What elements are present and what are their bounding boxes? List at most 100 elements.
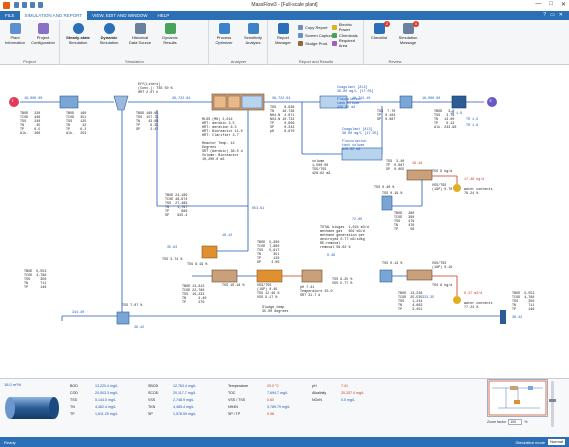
- biomass-info: MLSS (MG) 2,014 HRT: aerobic 3.5 HRT: ae…: [202, 118, 243, 162]
- sludge-storage[interactable]: [301, 269, 323, 283]
- vss-tss-3: VSS/TSS (19P) 0.19: [432, 262, 453, 270]
- project-configuration-button[interactable]: Project Configuration: [30, 23, 56, 45]
- steady-state-simulation-button[interactable]: Steady-state Simulation: [65, 23, 91, 45]
- digester-info: TOTAL biogas 1,024 m3/d methane gas 602 …: [320, 226, 369, 250]
- ribbon-group-analyzer: Process Optimizer Sensitivity Analysis A…: [210, 20, 268, 65]
- summary-col-3: Temperature 20.0 °C TOC 7,694.7 mg/L VSS /…: [228, 384, 290, 416]
- sensitivity-analysis-button[interactable]: Sensitivity Analysis: [240, 23, 266, 45]
- flow-sludge2: 72.00: [352, 218, 363, 222]
- filter-unit[interactable]: [451, 95, 467, 109]
- flowsheet-canvas[interactable]: I E 18,000.00 36,722.64 36,722.64 18,724…: [2, 66, 567, 377]
- tab-simulation-and-report[interactable]: SIMULATION AND REPORT: [19, 11, 88, 20]
- flow-influent: 18,000.00: [24, 97, 43, 101]
- screen-capture-button[interactable]: Screen Capture: [298, 32, 333, 38]
- dewatering-thickener[interactable]: [379, 269, 393, 283]
- cake-percent: TSS 9 kg/d: [432, 170, 453, 174]
- zoom-unit: %: [524, 420, 528, 424]
- checklist-badge: 2: [384, 21, 390, 27]
- link-2[interactable]: TR 1.5: [466, 118, 478, 122]
- influent-node[interactable]: [9, 97, 19, 107]
- pipe-icon: [5, 397, 59, 419]
- cake-node-1[interactable]: [453, 184, 461, 192]
- report-manager-button[interactable]: Report Manager: [270, 23, 296, 45]
- flow-vss-tss: 0.49: [327, 254, 336, 258]
- flow-aerated-out: 36,722.64: [272, 97, 291, 101]
- primary-out-quality: TBOD 160 TCOD 351 TSS 125 TN 42 TP 6.2 A…: [66, 112, 87, 136]
- required-area-button[interactable]: Required Area: [332, 38, 363, 48]
- tab-help[interactable]: HELP: [153, 11, 175, 20]
- optimizer-icon: [218, 23, 230, 34]
- status-bar: Ready Simulation mode Normal: [0, 437, 569, 447]
- thickener-percent: TSS 6.19 %: [187, 263, 208, 267]
- copy-report-button[interactable]: Copy Report: [298, 24, 327, 30]
- close-button[interactable]: ✕: [561, 1, 566, 8]
- ras-quality: TBOD 24,189 TCOD 48,674 TSS 27,486 TN 1,…: [165, 194, 188, 218]
- recycle-quality: TBOD 5,553 TCOD 4,788 TSS 356 TN 711 TP …: [512, 292, 535, 312]
- dynamic-results-button[interactable]: Dynamic Results: [157, 23, 183, 45]
- sludge-production-button[interactable]: Sludge Prod.: [298, 40, 328, 46]
- influent-quality: TBOD 220 TCOD 446 TSS 240 TN 45 TP 6.5 A…: [20, 112, 41, 136]
- digester[interactable]: [211, 269, 238, 283]
- window-title: MassFlow3 - [Full-scale plant]: [251, 2, 318, 8]
- maximize-button[interactable]: □: [549, 1, 553, 8]
- process-optimizer-button[interactable]: Process Optimizer: [211, 23, 237, 45]
- tab-view-edit-window[interactable]: VIEW, EDIT AND WINDOW: [87, 11, 152, 20]
- floc-quality: TSS 7.70 TP 0.104 SP 0.087: [377, 110, 396, 122]
- tab-file[interactable]: FILE: [0, 11, 20, 20]
- simulation-mode-select[interactable]: Normal: [548, 439, 565, 445]
- config-icon: [37, 23, 49, 34]
- grit-chamber[interactable]: [113, 95, 129, 111]
- zoom-slider[interactable]: [549, 381, 556, 427]
- digester-quality: TBOD 13,013 TCOD 22,786 TSS 19,233 TN 4.…: [182, 285, 207, 305]
- recycle-tank[interactable]: [116, 311, 130, 325]
- zoom-label: Zoom factor: [487, 420, 507, 424]
- play-icon: [72, 23, 84, 34]
- historical-data-source-button[interactable]: Historical Data Source: [127, 23, 153, 45]
- tertiary-clarifier[interactable]: [399, 95, 413, 109]
- thickener[interactable]: [381, 195, 393, 211]
- dewatering-unit-1[interactable]: [406, 169, 433, 181]
- filtrate-quality: TBOD 13,236 TCOD 25,535 TSS 1,244 TN 4,6…: [398, 292, 423, 312]
- flow-sludge1: 35.63: [167, 246, 178, 250]
- minimize-button[interactable]: —: [535, 1, 541, 8]
- bioreactor-volume: Eff(Liters) (Conv.): TSS 50 % HRT 2.07 h: [138, 83, 173, 95]
- zoom-slider-thumb[interactable]: [549, 399, 556, 402]
- plant-information-button[interactable]: Plant Information: [2, 23, 28, 45]
- clarifier2-info: TSS 0.46 %: [374, 186, 395, 190]
- checklist-icon: [373, 23, 385, 34]
- flow-recycle2: 36.42: [134, 326, 145, 330]
- help-icon[interactable]: ?: [543, 12, 546, 18]
- zoom-control: Zoom factor 100 %: [487, 419, 527, 425]
- recycle-percent: TSS 7.07 %: [122, 304, 143, 308]
- stream-summary-panel: 18.0 m³/d BOD 13,220.4 mg/L COD 20,503.3 m…: [0, 378, 569, 437]
- water-content: water contents 78.24 %: [464, 188, 493, 196]
- dewatering-unit-2[interactable]: [406, 269, 433, 281]
- zoom-input[interactable]: 100: [508, 419, 523, 425]
- ribbon: Plant Information Project Configuration …: [0, 20, 569, 65]
- restore-icon[interactable]: ▭: [550, 12, 555, 18]
- close-doc-icon[interactable]: ✕: [559, 12, 563, 18]
- electric-power-button[interactable]: Electric Power: [332, 22, 363, 32]
- link-1[interactable]: TR 1.9: [450, 112, 462, 116]
- floc-info: Coagulant [Al3] 39.00 mg/L [17.05] Flocc…: [337, 86, 374, 110]
- ribbon-group-review: Checklist 2 Simulation Message 0 Review: [365, 20, 425, 65]
- primary-clarifier[interactable]: [59, 95, 79, 109]
- overview-minimap[interactable]: [487, 379, 548, 417]
- gravity-thickener[interactable]: [201, 245, 218, 259]
- volume-info: volume 1,500.00 TSS/TSS 428.62 m3: [312, 160, 331, 176]
- recycle-filter[interactable]: [500, 310, 506, 324]
- link-3[interactable]: TR 1.8: [466, 124, 478, 128]
- dynamic-play-icon: [103, 23, 115, 34]
- camera-icon: [298, 32, 303, 38]
- cake-node-2[interactable]: [453, 296, 461, 304]
- flow-d4: 36.42: [512, 316, 523, 320]
- message-icon: [402, 23, 414, 34]
- cake2-flow: 17.48 kg/d: [464, 178, 485, 182]
- lightning-icon: [332, 24, 337, 30]
- dynamic-simulation-button[interactable]: Dynamic Simulation: [96, 23, 122, 45]
- sec-floc-quality: TSS 3.40 TP 0.087 SP 0.055: [386, 160, 405, 172]
- ribbon-group-report: Report Manager Copy Report Screen Captur…: [269, 20, 364, 65]
- heat-exchanger[interactable]: [256, 269, 283, 283]
- vss-tss-2: VSS/TSS (19P) 0.70: [432, 184, 453, 192]
- effluent-node[interactable]: [487, 97, 497, 107]
